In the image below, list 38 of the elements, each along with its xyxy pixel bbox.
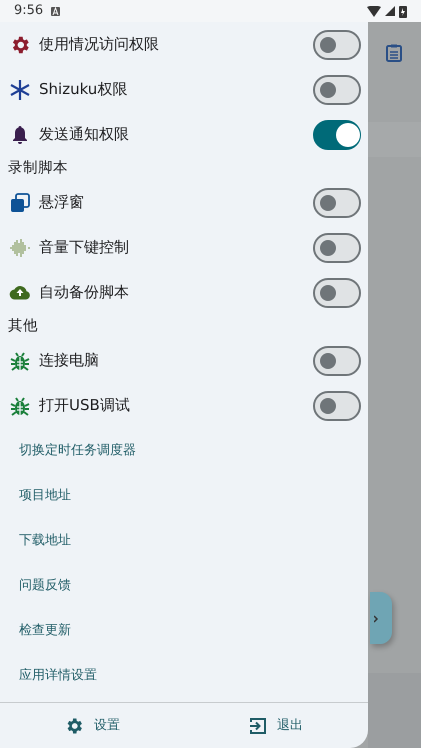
menu-link[interactable]: 切换定时任务调度器 bbox=[0, 428, 368, 473]
section-header: 录制脚本 bbox=[7, 159, 69, 178]
setting-label: 音量下键控制 bbox=[39, 237, 129, 258]
menu-link[interactable]: 应用详情设置 bbox=[0, 653, 368, 698]
menu-link[interactable]: 项目地址 bbox=[0, 473, 368, 518]
bug-icon bbox=[9, 350, 31, 372]
exit-button[interactable]: 退出 bbox=[184, 703, 368, 748]
battery-icon bbox=[399, 4, 407, 18]
section-header: 其他 bbox=[7, 317, 39, 336]
menu-link[interactable]: 下载地址 bbox=[0, 518, 368, 563]
toggle-switch[interactable] bbox=[313, 346, 361, 376]
setting-label: Shizuku权限 bbox=[39, 79, 128, 100]
setting-label: 悬浮窗 bbox=[39, 192, 84, 214]
exit-icon bbox=[249, 716, 267, 734]
setting-label: 连接电脑 bbox=[39, 350, 99, 372]
settings-button[interactable]: 设置 bbox=[0, 703, 184, 748]
status-time: 9:56 bbox=[14, 2, 44, 20]
toggle-switch[interactable] bbox=[313, 188, 361, 218]
setting-label: 使用情况访问权限 bbox=[39, 34, 159, 56]
toggle-switch[interactable] bbox=[313, 30, 361, 60]
setting-label: 自动备份脚本 bbox=[39, 282, 129, 304]
setting-label: 打开USB调试 bbox=[39, 395, 130, 416]
menu-link[interactable]: 检查更新 bbox=[0, 608, 368, 653]
toggle-switch[interactable] bbox=[313, 390, 361, 420]
windows-icon bbox=[9, 192, 31, 214]
bug-icon bbox=[9, 394, 31, 416]
snowflake-icon bbox=[9, 78, 31, 100]
signal-icon bbox=[385, 6, 395, 16]
menu-link[interactable]: 问题反馈 bbox=[0, 563, 368, 608]
clipboard-icon[interactable] bbox=[386, 44, 402, 62]
toggle-switch[interactable] bbox=[313, 232, 361, 262]
toggle-switch[interactable] bbox=[313, 278, 361, 308]
setting-label: 发送通知权限 bbox=[39, 124, 129, 146]
wifi-icon bbox=[367, 6, 381, 16]
toggle-switch[interactable] bbox=[313, 120, 361, 150]
waveform-icon bbox=[9, 236, 31, 258]
toggle-switch[interactable] bbox=[313, 74, 361, 104]
notification-icon bbox=[51, 6, 60, 16]
